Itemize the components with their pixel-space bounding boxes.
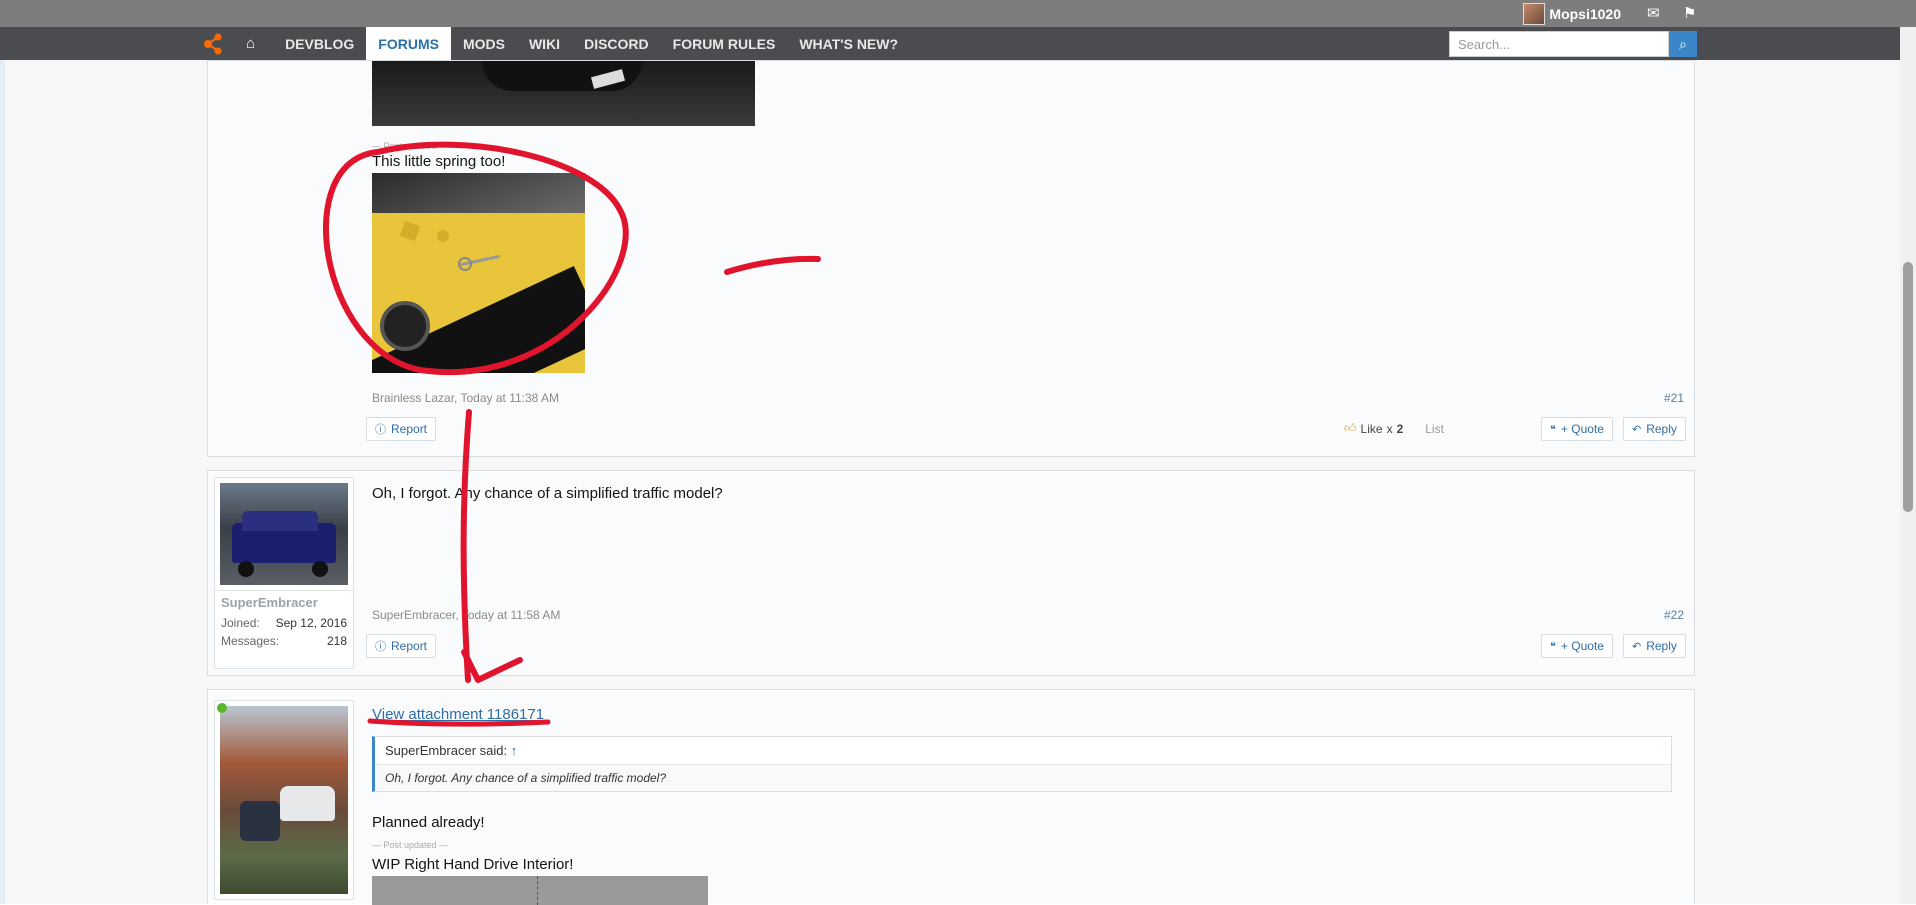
like-summary[interactable]: 👍︎ Like x 2 List	[1344, 421, 1444, 436]
envelope-icon[interactable]: ✉	[1647, 4, 1660, 22]
like-count: 2	[1396, 421, 1404, 436]
user-card: SuperEmbracer Joined: Sep 12, 2016 Messa…	[214, 477, 354, 669]
top-strip	[0, 0, 1916, 27]
joined-row: Joined: Sep 12, 2016	[215, 614, 353, 632]
quote-icon: ❝	[1550, 423, 1556, 436]
like-prefix: x	[1386, 421, 1393, 436]
info-icon: ⓘ	[375, 641, 386, 653]
post-text-2: WIP Right Hand Drive Interior!	[372, 856, 574, 873]
quote-button[interactable]: ❝ + Quote	[1541, 634, 1613, 658]
nav-whats-new[interactable]: WHAT'S NEW?	[787, 27, 910, 60]
home-icon[interactable]: ⌂	[236, 35, 265, 52]
quote-icon: ❝	[1550, 640, 1556, 653]
messages-row: Messages: 218	[215, 632, 353, 650]
attachment-link[interactable]: View attachment 1186171	[372, 706, 544, 723]
site-logo-icon[interactable]	[200, 31, 226, 57]
reply-button[interactable]: ↶ Reply	[1623, 634, 1686, 658]
report-button[interactable]: ⓘ Report	[366, 417, 437, 441]
report-label: Report	[391, 422, 428, 436]
messages-label: Messages:	[221, 634, 280, 648]
reply-icon: ↶	[1632, 423, 1642, 436]
reply-button[interactable]: ↶ Reply	[1623, 417, 1686, 441]
quote-author: SuperEmbracer said:	[385, 743, 508, 758]
scrollbar[interactable]	[1900, 27, 1916, 904]
report-label: Report	[391, 639, 428, 653]
nav-forum-rules[interactable]: FORUM RULES	[661, 27, 788, 60]
post-image-spring[interactable]	[372, 173, 585, 373]
joined-value: Sep 12, 2016	[275, 616, 347, 630]
quote-button[interactable]: ❝ + Quote	[1541, 417, 1613, 441]
info-icon: ⓘ	[375, 424, 386, 436]
post-text: Planned already!	[372, 814, 485, 831]
messages-value[interactable]: 218	[327, 634, 347, 648]
quote-label: + Quote	[1560, 422, 1604, 436]
nav-wiki[interactable]: WIKI	[517, 27, 572, 60]
report-button[interactable]: ⓘ Report	[366, 634, 437, 658]
scrollbar-thumb[interactable]	[1903, 262, 1913, 512]
quote-jump-icon[interactable]: ↑	[511, 743, 518, 758]
post-text: This little spring too!	[372, 153, 506, 170]
user-menu[interactable]: Mopsi1020	[1523, 2, 1621, 25]
like-label: Like	[1360, 421, 1383, 436]
search-input[interactable]: Search...	[1449, 31, 1669, 57]
search-icon[interactable]: ⌕	[1669, 31, 1697, 57]
nav-mods[interactable]: MODS	[451, 27, 517, 60]
reply-label: Reply	[1646, 639, 1677, 653]
post-23: View attachment 1186171 SuperEmbracer sa…	[207, 689, 1695, 905]
post-updated-marker: — Post updated —	[372, 141, 449, 151]
quote-text: Oh, I forgot. Any chance of a simplified…	[375, 765, 1671, 791]
quote-label: + Quote	[1560, 639, 1604, 653]
username-label: Mopsi1020	[1549, 5, 1621, 22]
post-number[interactable]: #22	[1664, 608, 1684, 622]
thumbs-up-icon: 👍︎	[1344, 421, 1357, 435]
post-21: — Post updated — This little spring too!…	[207, 60, 1695, 457]
post-22: SuperEmbracer Joined: Sep 12, 2016 Messa…	[207, 470, 1695, 676]
post-text: Oh, I forgot. Any chance of a simplified…	[372, 485, 723, 502]
post-author[interactable]: SuperEmbracer	[215, 590, 353, 614]
post-image-car[interactable]	[372, 61, 755, 126]
post-meta[interactable]: SuperEmbracer, Today at 11:58 AM	[372, 608, 560, 622]
post-image-interior[interactable]	[372, 876, 708, 905]
online-indicator	[217, 703, 227, 713]
nav-discord[interactable]: DISCORD	[572, 27, 661, 60]
reply-icon: ↶	[1632, 640, 1642, 653]
joined-label: Joined:	[221, 616, 260, 630]
avatar[interactable]	[217, 703, 348, 894]
user-avatar	[1523, 2, 1546, 25]
nav-forums[interactable]: FORUMS	[366, 27, 451, 60]
flag-icon[interactable]: ⚑	[1683, 4, 1696, 22]
quote-header: SuperEmbracer said: ↑	[375, 737, 1671, 765]
reply-label: Reply	[1646, 422, 1677, 436]
user-card	[214, 700, 354, 900]
post-meta[interactable]: Brainless Lazar, Today at 11:38 AM	[372, 391, 559, 405]
like-list-link[interactable]: List	[1425, 422, 1444, 436]
quote-block: SuperEmbracer said: ↑ Oh, I forgot. Any …	[372, 736, 1672, 792]
nav-devblog[interactable]: DEVBLOG	[273, 27, 366, 60]
avatar[interactable]	[220, 483, 348, 585]
post-number[interactable]: #21	[1664, 391, 1684, 405]
post-updated-marker: — Post updated —	[372, 840, 449, 850]
